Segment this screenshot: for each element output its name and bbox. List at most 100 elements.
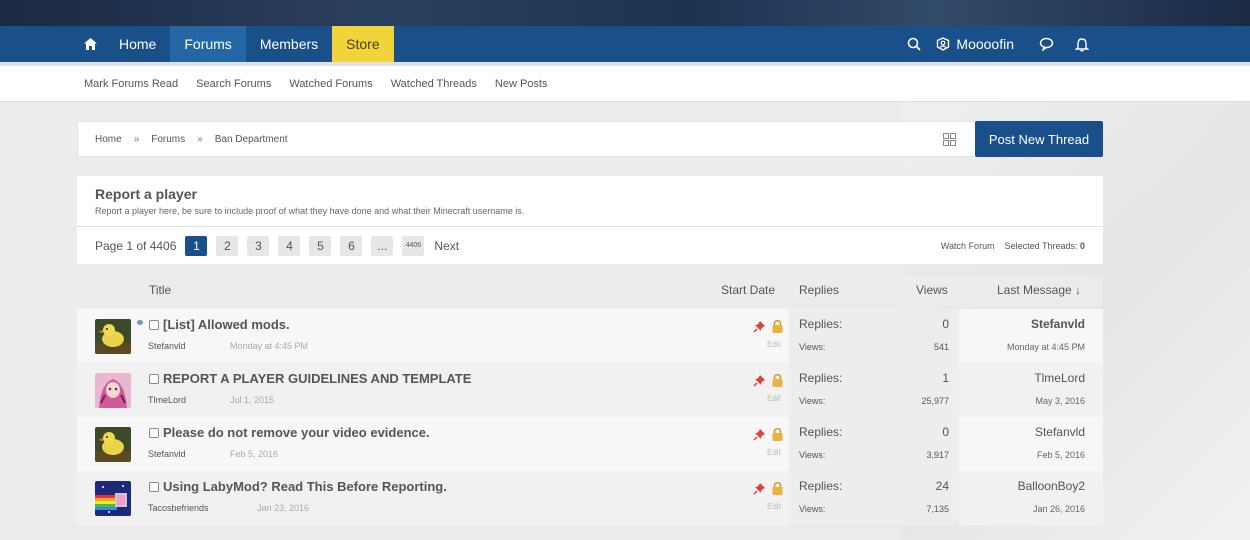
page-4-button[interactable]: 4 bbox=[278, 235, 301, 256]
thread-title[interactable]: REPORT A PLAYER GUIDELINES AND TEMPLATE bbox=[163, 371, 471, 386]
sticky-pin-icon bbox=[753, 320, 766, 338]
chat-bubble-icon[interactable] bbox=[1028, 26, 1064, 62]
thread-list-header: Title Start Date Replies Views Last Mess… bbox=[77, 276, 1103, 306]
edit-link[interactable]: Edit bbox=[767, 502, 781, 511]
thread-row: Using LabyMod? Read This Before Reportin… bbox=[77, 471, 1103, 525]
main-navbar: Home Forums Members Store Moooofin bbox=[0, 26, 1250, 62]
breadcrumb: Home » Forums » Ban Department Post New … bbox=[77, 121, 1103, 157]
thread-author[interactable]: TlmeLord bbox=[148, 395, 186, 405]
forum-description: Report a player here, be sure to include… bbox=[95, 206, 525, 216]
subnav-search-forums[interactable]: Search Forums bbox=[196, 78, 271, 90]
grid-view-icon[interactable] bbox=[943, 133, 956, 151]
breadcrumb-home[interactable]: Home bbox=[95, 134, 122, 145]
avatar[interactable] bbox=[95, 481, 131, 516]
page-label: Page 1 of 4406 bbox=[95, 238, 177, 253]
views-count: 3,917 bbox=[926, 450, 949, 460]
edit-link[interactable]: Edit bbox=[767, 394, 781, 403]
breadcrumb-forums[interactable]: Forums bbox=[151, 134, 185, 145]
views-label: Views: bbox=[799, 396, 826, 406]
home-icon[interactable] bbox=[75, 26, 105, 62]
column-views[interactable]: Views bbox=[916, 283, 948, 297]
last-message-date[interactable]: Jan 26, 2016 bbox=[1033, 504, 1085, 514]
views-label: Views: bbox=[799, 504, 826, 514]
replies-label: Replies: bbox=[799, 479, 843, 493]
thread-title[interactable]: Using LabyMod? Read This Before Reportin… bbox=[163, 479, 447, 494]
bell-icon[interactable] bbox=[1064, 26, 1100, 62]
pagination-bar: Page 1 of 4406 1 2 3 4 5 6 ... 4406 Next… bbox=[77, 227, 1103, 264]
last-message-date[interactable]: Monday at 4:45 PM bbox=[1007, 342, 1085, 352]
edit-link[interactable]: Edit bbox=[767, 340, 781, 349]
header-banner bbox=[0, 0, 1250, 26]
subnav-mark-forums-read[interactable]: Mark Forums Read bbox=[84, 78, 178, 90]
replies-count: 1 bbox=[942, 371, 949, 385]
avatar[interactable] bbox=[95, 427, 131, 462]
forum-header: Report a player Report a player here, be… bbox=[77, 176, 1103, 227]
page-6-button[interactable]: 6 bbox=[340, 235, 363, 256]
username-label: Moooofin bbox=[956, 36, 1014, 52]
thread-title[interactable]: Please do not remove your video evidence… bbox=[163, 425, 430, 440]
column-replies[interactable]: Replies bbox=[799, 283, 839, 297]
thread-select-checkbox[interactable] bbox=[149, 374, 159, 384]
thread-start-date[interactable]: Feb 5, 2016 bbox=[230, 449, 278, 459]
page-1-button[interactable]: 1 bbox=[185, 235, 208, 256]
page-3-button[interactable]: 3 bbox=[247, 235, 270, 256]
thread-author[interactable]: Tacosbefriends bbox=[148, 503, 209, 513]
page-last-button[interactable]: 4406 bbox=[402, 235, 425, 256]
last-message-date[interactable]: Feb 5, 2016 bbox=[1037, 450, 1085, 460]
thread-select-checkbox[interactable] bbox=[149, 482, 159, 492]
thread-start-date[interactable]: Monday at 4:45 PM bbox=[230, 341, 308, 351]
subnav-watched-forums[interactable]: Watched Forums bbox=[289, 78, 372, 90]
thread-author[interactable]: Stefanvld bbox=[148, 341, 186, 351]
edit-link[interactable]: Edit bbox=[767, 448, 781, 457]
subnav-watched-threads[interactable]: Watched Threads bbox=[391, 78, 477, 90]
nav-tab-forums[interactable]: Forums bbox=[170, 26, 246, 62]
replies-count: 24 bbox=[935, 479, 949, 493]
selected-threads-count: 0 bbox=[1079, 240, 1085, 251]
lock-icon bbox=[772, 428, 783, 446]
last-message-user[interactable]: Stefanvld bbox=[1031, 317, 1085, 331]
page-2-button[interactable]: 2 bbox=[216, 235, 239, 256]
thread-row: REPORT A PLAYER GUIDELINES AND TEMPLATE … bbox=[77, 363, 1103, 417]
lock-icon bbox=[772, 482, 783, 500]
replies-count: 0 bbox=[942, 425, 949, 439]
avatar[interactable] bbox=[95, 319, 131, 354]
last-message-date[interactable]: May 3, 2016 bbox=[1035, 396, 1085, 406]
breadcrumb-ban-department[interactable]: Ban Department bbox=[215, 134, 288, 145]
thread-start-date[interactable]: Jan 23, 2016 bbox=[257, 503, 309, 513]
thread-author[interactable]: Stefanvld bbox=[148, 449, 186, 459]
page-5-button[interactable]: 5 bbox=[309, 235, 332, 256]
last-message-user[interactable]: Stefanvld bbox=[1035, 425, 1085, 439]
nav-tab-members[interactable]: Members bbox=[246, 26, 332, 62]
thread-title[interactable]: [List] Allowed mods. bbox=[163, 317, 290, 332]
column-start-date[interactable]: Start Date bbox=[721, 283, 775, 297]
watch-forum-link[interactable]: Watch Forum bbox=[941, 241, 995, 251]
thread-start-date[interactable]: Jul 1, 2015 bbox=[230, 395, 274, 405]
sub-navigation: Mark Forums Read Search Forums Watched F… bbox=[0, 66, 1250, 102]
column-title[interactable]: Title bbox=[149, 283, 171, 297]
last-message-user[interactable]: BalloonBoy2 bbox=[1018, 479, 1085, 493]
column-last-message[interactable]: Last Message ↓ bbox=[997, 283, 1081, 297]
selected-threads-label: Selected Threads: bbox=[1004, 240, 1078, 251]
next-page-link[interactable]: Next bbox=[434, 239, 459, 253]
thread-select-checkbox[interactable] bbox=[149, 428, 159, 438]
thread-select-checkbox[interactable] bbox=[149, 320, 159, 330]
sticky-pin-icon bbox=[753, 428, 766, 446]
avatar[interactable] bbox=[95, 373, 131, 408]
search-icon[interactable] bbox=[896, 26, 932, 62]
unread-indicator-icon bbox=[137, 320, 143, 325]
views-count: 541 bbox=[933, 342, 949, 352]
user-shield-icon bbox=[937, 37, 950, 51]
page-ellipsis-button[interactable]: ... bbox=[371, 235, 394, 256]
last-message-user[interactable]: TlmeLord bbox=[1034, 371, 1085, 385]
replies-count: 0 bbox=[942, 317, 949, 331]
forum-title: Report a player bbox=[95, 186, 197, 202]
nav-tab-store[interactable]: Store bbox=[332, 26, 394, 62]
user-menu[interactable]: Moooofin bbox=[932, 36, 1028, 52]
nav-tab-home[interactable]: Home bbox=[105, 26, 170, 62]
breadcrumb-separator: » bbox=[133, 133, 140, 145]
replies-label: Replies: bbox=[799, 371, 843, 385]
post-new-thread-button[interactable]: Post New Thread bbox=[975, 121, 1103, 157]
subnav-new-posts[interactable]: New Posts bbox=[495, 78, 548, 90]
selected-threads-toggle[interactable]: Selected Threads: 0 bbox=[1005, 241, 1085, 251]
replies-label: Replies: bbox=[799, 425, 843, 439]
